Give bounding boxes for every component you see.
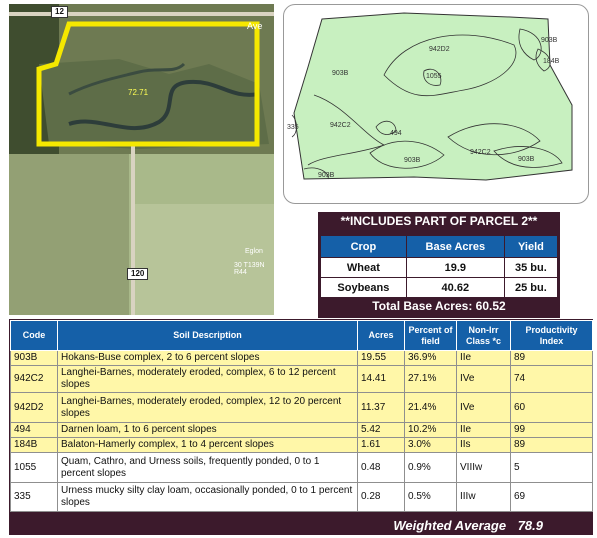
- soil-percent: 36.9%: [404, 350, 457, 366]
- soil-table: Code Soil Description Acres Percent of f…: [10, 320, 593, 512]
- place-label: Eglon: [245, 248, 263, 255]
- header-crop: Crop: [320, 235, 407, 258]
- soil-percent: 0.9%: [404, 452, 457, 483]
- soil-acres: 1.61: [357, 437, 405, 453]
- soil-map-label: 335: [287, 124, 299, 131]
- place-sublabel: 30 T139N R44: [234, 262, 265, 276]
- weighted-average: Weighted Average 78.9: [393, 518, 543, 533]
- crop-base-acres: 19.9: [405, 257, 505, 278]
- crop-name: Wheat: [320, 257, 407, 278]
- soil-table-header: Code Soil Description Acres Percent of f…: [10, 320, 593, 351]
- header-code: Code: [10, 320, 58, 351]
- table-row: 335 Urness mucky silty clay loam, occasi…: [10, 482, 593, 512]
- aerial-photo: 12 120 72.71 Ave Eglon 30 T139N R44: [9, 4, 274, 315]
- header-class: Non-Irr Class *c: [456, 320, 511, 351]
- header-acres: Acres: [357, 320, 405, 351]
- soil-acres: 5.42: [357, 422, 405, 438]
- soil-map: 942D2 903B 184B 1055 903B 335 942C2 494 …: [283, 4, 589, 204]
- soil-map-label: 184B: [543, 58, 560, 65]
- soil-acres: 19.55: [357, 350, 405, 366]
- soil-acres: 0.48: [357, 452, 405, 483]
- header-yield: Yield: [503, 235, 559, 258]
- soil-acres: 11.37: [357, 392, 405, 423]
- weighted-average-label: Weighted Average: [393, 518, 507, 533]
- soil-acres: 14.41: [357, 365, 405, 393]
- soil-percent: 3.0%: [404, 437, 457, 453]
- header-base-acres: Base Acres: [405, 235, 505, 258]
- road-shield-north: 12: [51, 6, 68, 18]
- header-percent: Percent of field: [404, 320, 457, 351]
- table-row: 494 Darnen loam, 1 to 6 percent slopes 5…: [10, 422, 593, 438]
- soil-class: IIs: [456, 437, 511, 453]
- soil-map-label: 903B: [318, 172, 335, 179]
- soil-percent: 27.1%: [404, 365, 457, 393]
- crop-yield: 35 bu.: [503, 257, 559, 278]
- soil-code: 494: [10, 422, 58, 438]
- soil-class: IVe: [456, 392, 511, 423]
- soil-percent: 0.5%: [404, 482, 457, 512]
- soil-productivity: 74: [510, 365, 593, 393]
- soil-code: 903B: [10, 350, 58, 366]
- soil-code: 335: [10, 482, 58, 512]
- soil-map-label: 1055: [426, 73, 442, 80]
- soil-map-label: 903B: [332, 70, 349, 77]
- soil-map-label: 903B: [518, 156, 535, 163]
- soil-code: 184B: [10, 437, 58, 453]
- road-shield-south: 120: [127, 268, 149, 280]
- total-base-label: Total Base Acres:: [372, 299, 473, 313]
- table-row: 1055 Quam, Cathro, and Urness soils, fre…: [10, 452, 593, 483]
- crop-table-header: Crop Base Acres Yield: [320, 235, 559, 258]
- table-row: 184B Balaton-Hamerly complex, 1 to 4 per…: [10, 437, 593, 453]
- soil-description: Urness mucky silty clay loam, occasional…: [57, 482, 358, 512]
- soil-description: Balaton-Hamerly complex, 1 to 4 percent …: [57, 437, 358, 453]
- crop-row: Wheat 19.9 35 bu.: [320, 257, 559, 278]
- soil-description: Langhei-Barnes, moderately eroded, compl…: [57, 392, 358, 423]
- soil-percent: 10.2%: [404, 422, 457, 438]
- crop-row: Soybeans 40.62 25 bu.: [320, 277, 559, 298]
- soil-productivity: 60: [510, 392, 593, 423]
- parcel-note: **INCLUDES PART OF PARCEL 2**: [340, 214, 538, 228]
- soil-class: IIIw: [456, 482, 511, 512]
- soil-class: IIe: [456, 350, 511, 366]
- soil-code: 1055: [10, 452, 58, 483]
- soil-description: Quam, Cathro, and Urness soils, frequent…: [57, 452, 358, 483]
- soil-productivity: 99: [510, 422, 593, 438]
- soil-table-container: Code Soil Description Acres Percent of f…: [9, 319, 593, 535]
- header-description: Soil Description: [57, 320, 358, 351]
- total-base-value: 60.52: [475, 299, 506, 313]
- soil-productivity: 5: [510, 452, 593, 483]
- crop-name: Soybeans: [320, 277, 407, 298]
- crop-yield: 25 bu.: [503, 277, 559, 298]
- soil-map-label: 903B: [404, 157, 421, 164]
- soil-productivity: 89: [510, 437, 593, 453]
- soil-productivity: 69: [510, 482, 593, 512]
- total-base-acres: Total Base Acres: 60.52: [318, 299, 560, 313]
- crop-table: Crop Base Acres Yield Wheat 19.9 35 bu. …: [320, 235, 559, 298]
- acres-label: 72.71: [128, 88, 149, 97]
- soil-productivity: 89: [510, 350, 593, 366]
- header-productivity: Productivity Index: [510, 320, 593, 351]
- soil-acres: 0.28: [357, 482, 405, 512]
- table-row: 942C2 Langhei-Barnes, moderately eroded,…: [10, 365, 593, 393]
- soil-description: Hokans-Buse complex, 2 to 6 percent slop…: [57, 350, 358, 366]
- soil-description: Langhei-Barnes, moderately eroded, compl…: [57, 365, 358, 393]
- soil-description: Darnen loam, 1 to 6 percent slopes: [57, 422, 358, 438]
- weighted-average-value: 78.9: [517, 518, 543, 533]
- soil-map-label: 494: [390, 130, 402, 137]
- soil-code: 942D2: [10, 392, 58, 423]
- crop-summary: **INCLUDES PART OF PARCEL 2** Crop Base …: [318, 212, 560, 318]
- soil-class: IIe: [456, 422, 511, 438]
- crop-base-acres: 40.62: [405, 277, 505, 298]
- street-label: Ave: [247, 21, 263, 31]
- soil-class: VIIIw: [456, 452, 511, 483]
- soil-map-label: 942C2: [470, 149, 491, 156]
- soil-percent: 21.4%: [404, 392, 457, 423]
- table-row: 942D2 Langhei-Barnes, moderately eroded,…: [10, 392, 593, 423]
- soil-map-label: 942D2: [429, 46, 450, 53]
- soil-map-label: 942C2: [330, 122, 351, 129]
- soil-class: IVe: [456, 365, 511, 393]
- soil-map-label: 903B: [541, 37, 558, 44]
- table-row: 903B Hokans-Buse complex, 2 to 6 percent…: [10, 350, 593, 366]
- soil-code: 942C2: [10, 365, 58, 393]
